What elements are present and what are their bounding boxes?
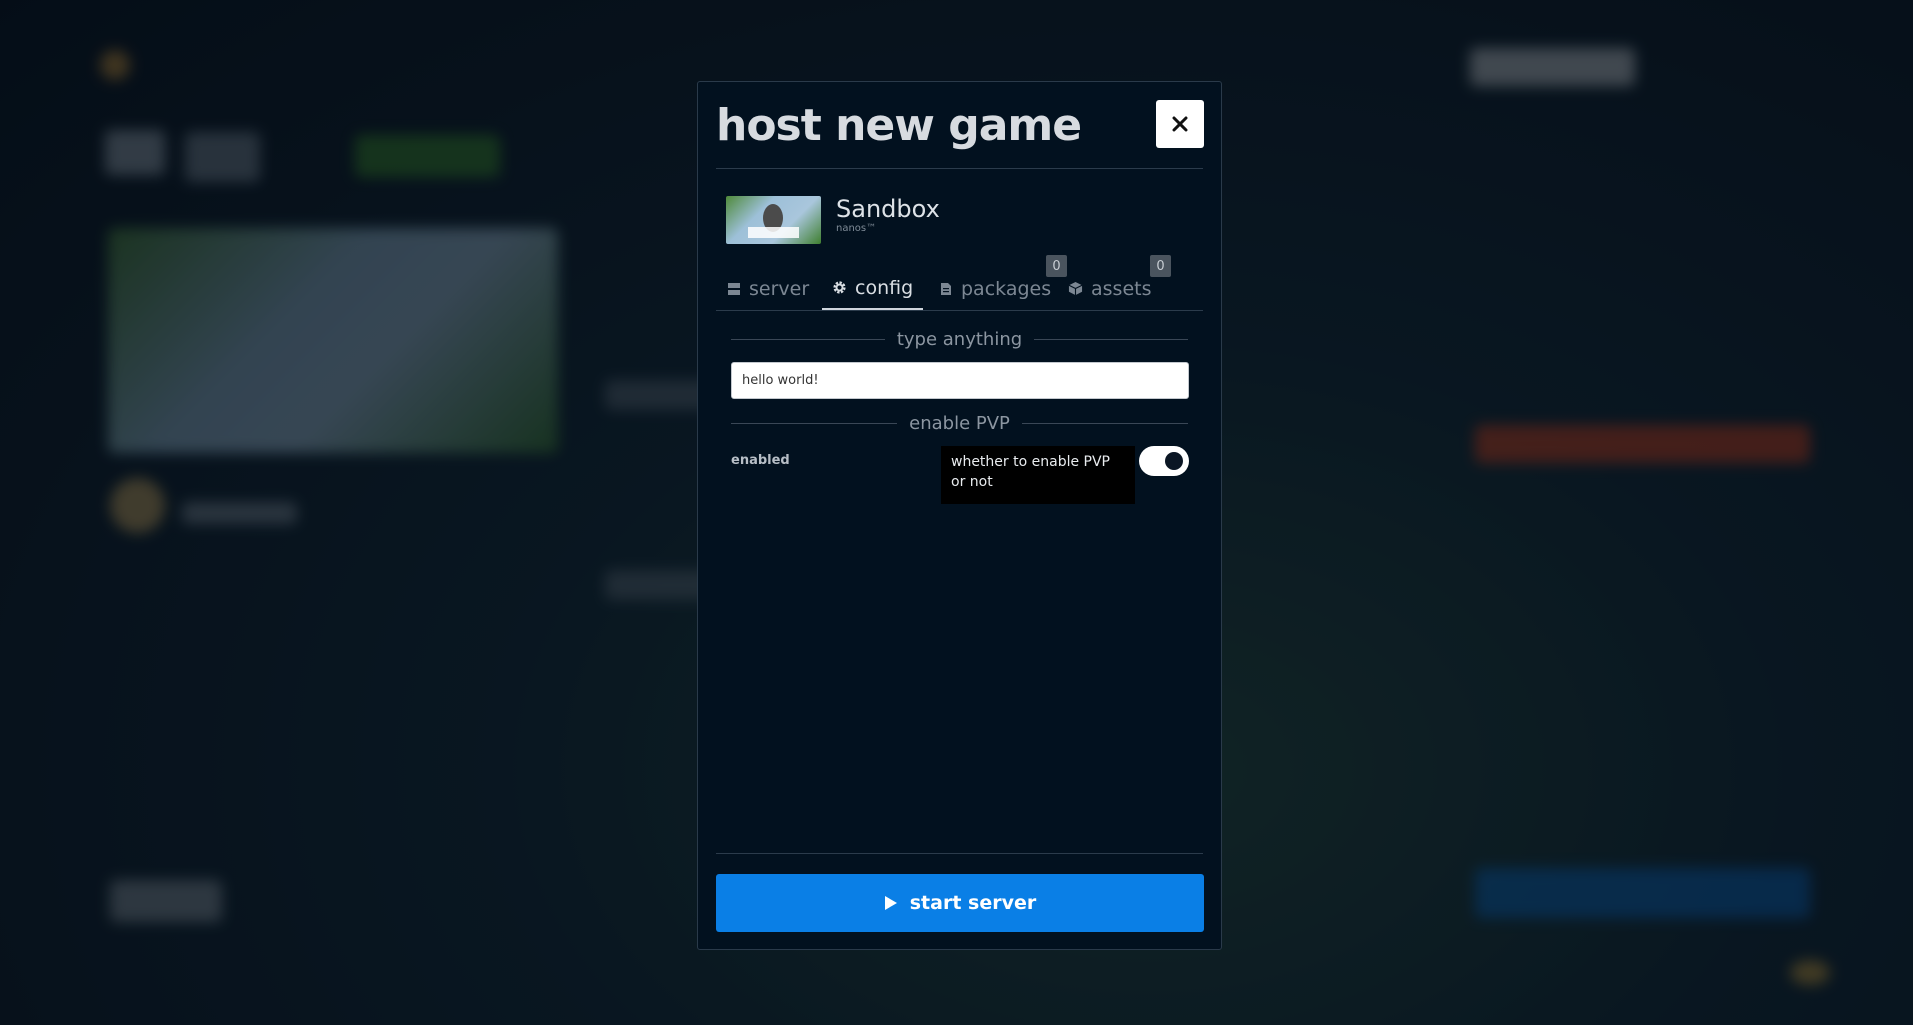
modal-title: host new game — [716, 100, 1082, 151]
pvp-enabled-label: enabled — [731, 453, 790, 468]
assets-count-badge: 0 — [1150, 255, 1171, 277]
tab-assets[interactable]: assets — [1058, 267, 1161, 310]
pvp-toggle[interactable] — [1139, 446, 1189, 476]
game-thumbnail — [726, 196, 821, 244]
close-button[interactable] — [1156, 100, 1204, 148]
play-icon — [884, 896, 897, 910]
section-label: enable PVP — [909, 412, 1010, 434]
section-enable-pvp: enable PVP — [731, 411, 1188, 435]
section-type-anything: type anything — [731, 327, 1188, 351]
server-icon — [726, 281, 741, 296]
divider — [716, 853, 1203, 854]
start-server-label: start server — [909, 892, 1037, 914]
tab-label: server — [749, 277, 810, 300]
game-name: Sandbox — [836, 195, 940, 223]
host-game-modal: host new game Sandbox nanos™ server conf… — [697, 81, 1222, 950]
tab-bar: server config packages 0 assets 0 — [716, 255, 1203, 311]
gear-icon — [832, 280, 847, 295]
type-anything-input[interactable] — [731, 362, 1189, 399]
file-icon — [938, 281, 953, 296]
close-icon — [1172, 116, 1188, 132]
toggle-knob — [1165, 452, 1183, 470]
pvp-tooltip: whether to enable PVP or not — [941, 446, 1135, 504]
tab-label: packages — [961, 277, 1052, 300]
tab-packages[interactable]: packages — [928, 267, 1061, 310]
box-icon — [1068, 281, 1083, 296]
section-label: type anything — [896, 328, 1023, 350]
divider — [716, 168, 1203, 169]
game-author: nanos™ — [836, 223, 877, 234]
tab-label: assets — [1091, 277, 1152, 300]
tab-config[interactable]: config — [822, 267, 924, 310]
tab-server[interactable]: server — [716, 267, 819, 310]
start-server-button[interactable]: start server — [716, 874, 1204, 932]
tab-label: config — [855, 276, 914, 299]
